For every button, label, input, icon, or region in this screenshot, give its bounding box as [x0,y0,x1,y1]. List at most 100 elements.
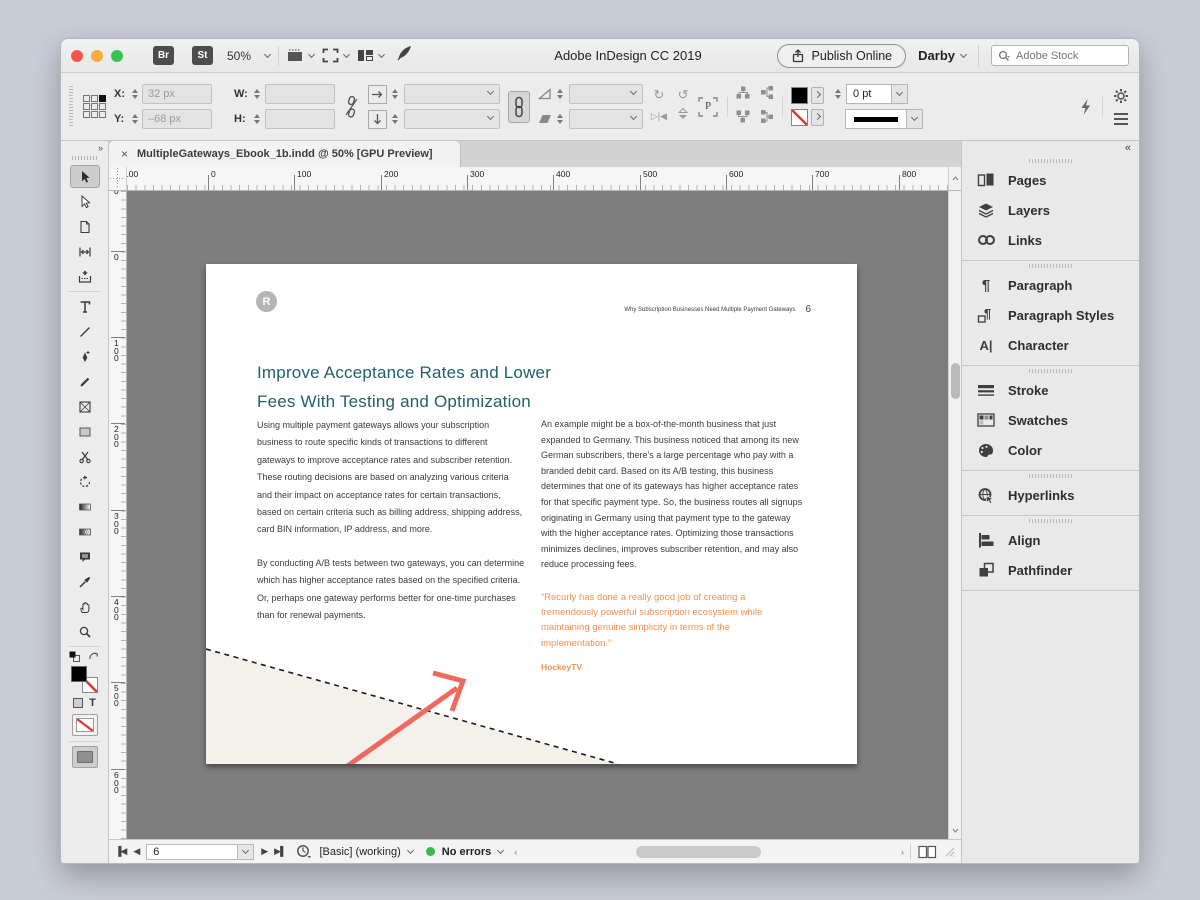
bridge-button[interactable]: Br [153,46,174,65]
horizontal-scrollbar[interactable] [527,845,890,859]
stroke-menu-button[interactable] [811,109,824,126]
panel-item-layers[interactable]: Layers [962,195,1139,225]
panel-item-color[interactable]: Color [962,435,1139,465]
panel-item-stroke[interactable]: Stroke [962,375,1139,405]
proxy-cell-selected[interactable] [99,95,106,102]
default-fill-stroke-icon[interactable] [69,651,80,662]
flip-horizontal-icon[interactable]: ▷|◀ [651,112,667,121]
close-tab-icon[interactable]: × [121,147,128,161]
panel-item-paragraph-styles[interactable]: ¶ Paragraph Styles [962,300,1139,330]
proxy-cell[interactable] [91,103,98,110]
fill-stroke-indicator[interactable] [71,666,98,693]
rotate-counterclockwise-icon[interactable]: ↺ [678,88,689,101]
previous-page-button[interactable]: ◀ [133,846,139,857]
zoom-window-button[interactable] [111,50,123,62]
fill-black-swatch[interactable] [71,666,87,682]
page-number-field[interactable]: 6 [146,844,238,860]
y-stepper[interactable] [129,114,140,124]
pasteboard[interactable]: R Why Subscription Businesses Need Multi… [127,191,948,839]
constrain-scale-toggle[interactable] [508,91,530,123]
unconstrain-proportions-icon[interactable] [343,95,360,119]
x-stepper[interactable] [129,89,140,99]
rotate-clockwise-icon[interactable]: ↻ [654,88,665,101]
panel-menu-icon[interactable] [1114,113,1128,125]
rotation-select[interactable] [569,84,643,104]
proxy-cell[interactable] [91,111,98,118]
tool-line[interactable] [70,320,100,343]
minimize-window-button[interactable] [91,50,103,62]
scale-x-select[interactable] [404,84,500,104]
close-window-button[interactable] [71,50,83,62]
first-page-button[interactable]: ▐◀ [115,846,126,857]
panel-item-links[interactable]: Links [962,225,1139,255]
tool-hand[interactable] [70,595,100,618]
tool-page[interactable] [70,215,100,238]
scale-y-stepper[interactable] [390,114,401,124]
formatting-affects-container-icon[interactable] [73,698,83,708]
stroke-weight-field[interactable]: 0 pt [846,84,892,104]
preflight-status[interactable]: No errors [442,846,492,858]
shear-select[interactable] [569,109,643,129]
vertical-scrollbar-thumb[interactable] [951,363,960,399]
tool-direct-selection[interactable] [70,190,100,213]
panel-item-hyperlinks[interactable]: Hyperlinks [962,480,1139,510]
swap-fill-stroke-icon[interactable] [88,651,100,662]
h-field[interactable] [265,109,335,129]
tool-pen[interactable] [70,345,100,368]
gear-icon[interactable] [1113,88,1129,104]
proxy-cell[interactable] [91,95,98,102]
distribute-up-icon[interactable] [736,86,750,104]
proxy-cell[interactable] [83,95,90,102]
resize-grip-icon[interactable] [944,846,955,857]
tool-rectangle-frame[interactable] [70,395,100,418]
distribute-right-icon[interactable] [760,110,774,128]
tool-zoom[interactable] [70,620,100,643]
panel-group-drag-handle[interactable] [962,366,1139,375]
last-page-button[interactable]: ▶▌ [274,846,285,857]
stroke-weight-stepper[interactable] [832,89,843,99]
panel-group-drag-handle[interactable] [962,471,1139,480]
shear-stepper[interactable] [555,114,566,124]
panel-group-drag-handle[interactable] [962,156,1139,165]
h-stepper[interactable] [252,114,263,124]
panel-item-align[interactable]: Align [962,525,1139,555]
scroll-left-button[interactable]: ‹ [514,847,516,857]
adobe-stock-search[interactable] [991,45,1129,66]
fill-menu-button[interactable] [811,87,824,104]
apply-none-button[interactable] [72,714,98,736]
panel-group-drag-handle[interactable] [962,516,1139,525]
y-field[interactable]: –68 px [142,109,212,129]
distribute-down-icon[interactable] [736,110,750,128]
document-page[interactable]: R Why Subscription Businesses Need Multi… [206,264,857,764]
document-tab[interactable]: × MultipleGateways_Ebook_1b.indd @ 50% [… [109,141,461,167]
distribute-left-icon[interactable] [760,86,774,104]
view-options-button[interactable] [287,48,314,63]
panel-group-drag-handle[interactable] [962,261,1139,270]
tool-selection[interactable] [70,165,100,188]
scroll-down-button[interactable] [949,820,961,838]
tool-type[interactable] [70,295,100,318]
tools-drag-handle[interactable] [72,156,98,160]
screen-mode-menu-button[interactable] [322,48,349,63]
fill-swatch[interactable] [791,87,808,104]
user-menu-button[interactable]: Darby [918,48,966,63]
stock-button[interactable]: St [192,46,213,65]
panel-item-pages[interactable]: Pages [962,165,1139,195]
panel-item-swatches[interactable]: Swatches [962,405,1139,435]
proxy-cell[interactable] [83,103,90,110]
expand-dock-icon[interactable]: » [98,141,108,153]
tool-content-collector[interactable] [70,265,100,288]
panel-drag-handle[interactable] [69,86,73,128]
ruler-origin[interactable] [109,167,127,190]
publish-online-button[interactable]: Publish Online [777,44,907,68]
tool-note[interactable] [70,545,100,568]
formatting-affects-text-icon[interactable]: T [89,697,96,709]
pages-spread-icon[interactable] [918,845,937,859]
stroke-type-field[interactable] [845,109,907,129]
zoom-level-select[interactable]: 50% [227,49,270,63]
tool-scissors[interactable] [70,445,100,468]
reference-point-proxy[interactable] [83,95,106,118]
adobe-stock-search-input[interactable] [1016,50,1116,62]
w-field[interactable] [265,84,335,104]
select-container-button[interactable]: P [697,96,719,118]
